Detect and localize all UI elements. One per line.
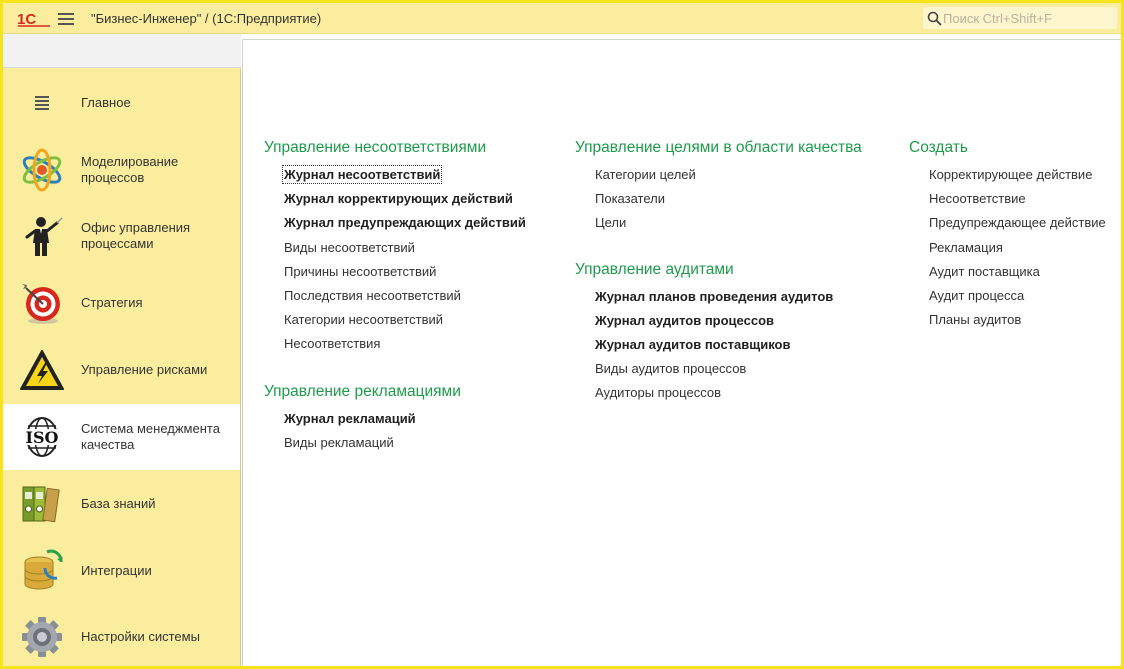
sections-panel: Главное Моделирование процессов Офис упр… (3, 68, 241, 666)
target-dart-icon (19, 280, 65, 326)
link-list: Журнал несоответствий Журнал корректирую… (281, 165, 564, 359)
link-corrective-actions-journal[interactable]: Журнал корректирующих действий (284, 189, 564, 213)
link-create-audit-plans[interactable]: Планы аудитов (929, 310, 1119, 334)
sidebar-item-process-office[interactable]: Офис управления процессами (3, 203, 240, 269)
link-list: Журнал рекламаций Виды рекламаций (284, 409, 564, 457)
svg-text:ISO: ISO (26, 428, 59, 447)
main-menu-icon[interactable] (57, 10, 75, 26)
link-claim-types[interactable]: Виды рекламаций (284, 433, 564, 457)
link-audit-plans-journal[interactable]: Журнал планов проведения аудитов (595, 287, 895, 311)
link-nonconformity-journal[interactable]: Журнал несоответствий (281, 165, 564, 189)
hamburger-list-icon (19, 80, 65, 126)
link-nonconformity-categories[interactable]: Категории несоответствий (284, 310, 564, 334)
app-window: 1С "Бизнес-Инженер" / (1С:Предприятие) П… (0, 0, 1124, 669)
iso-icon: ISO (19, 414, 65, 460)
link-list: Корректирующее действие Несоответствие П… (929, 165, 1119, 334)
sidebar-item-main[interactable]: Главное (3, 70, 240, 136)
sidebar-item-system-settings[interactable]: Настройки системы (3, 604, 240, 666)
link-goals[interactable]: Цели (595, 213, 895, 237)
group-title-create: Создать (909, 139, 968, 156)
sidebar-item-label: Интеграции (81, 563, 152, 578)
group-title-nonconformity-management: Управление несоответствиями (264, 139, 487, 156)
column-create: Создать Корректирующее действие Несоотве… (909, 137, 1119, 334)
global-search[interactable] (923, 7, 1117, 29)
sidebar-item-integrations[interactable]: Интеграции (3, 538, 240, 604)
group-title-claims-management: Управление рекламациями (264, 382, 461, 400)
group-title-audit-management: Управление аудитами (575, 260, 734, 278)
link-process-audits-journal[interactable]: Журнал аудитов процессов (595, 311, 895, 335)
sidebar-item-label: Управление рисками (81, 362, 208, 377)
sidebar-item-knowledge-base[interactable]: База знаний (3, 471, 240, 537)
link-process-audit-types[interactable]: Виды аудитов процессов (595, 359, 895, 383)
warning-high-voltage-icon (19, 347, 65, 393)
link-create-nonconformity[interactable]: Несоответствие (929, 189, 1119, 213)
sidebar-item-label: Система менеджмента качества (81, 421, 220, 452)
search-input[interactable] (943, 8, 1113, 28)
sidebar-item-strategy[interactable]: Стратегия (3, 270, 240, 336)
link-create-preventive-action[interactable]: Предупреждающее действие (929, 213, 1119, 237)
link-create-supplier-audit[interactable]: Аудит поставщика (929, 262, 1119, 286)
conductor-icon (19, 213, 65, 259)
svg-text:1С: 1С (17, 11, 36, 27)
gear-icon (19, 614, 65, 660)
link-list: Журнал планов проведения аудитов Журнал … (595, 287, 895, 408)
link-nonconformities[interactable]: Несоответствия (284, 334, 564, 358)
group-title-quality-goals-management: Управление целями в области качества (575, 139, 862, 156)
sidebar-header-strip (3, 34, 241, 68)
search-icon[interactable] (927, 11, 942, 26)
link-create-process-audit[interactable]: Аудит процесса (929, 286, 1119, 310)
link-preventive-actions-journal[interactable]: Журнал предупреждающих действий (284, 213, 564, 237)
sidebar-item-label: Главное (81, 95, 131, 110)
link-indicators[interactable]: Показатели (595, 189, 895, 213)
1c-logo: 1С (17, 11, 50, 27)
column-nonconformities: Управление несоответствиями Журнал несоо… (264, 137, 564, 457)
sidebar-item-label: Моделирование процессов (81, 154, 179, 185)
sidebar-item-label: Офис управления процессами (81, 220, 191, 251)
binders-icon (19, 481, 65, 527)
link-nonconformity-consequences[interactable]: Последствия несоответствий (284, 286, 564, 310)
link-process-auditors[interactable]: Аудиторы процессов (595, 383, 895, 407)
column-goals-audits: Управление целями в области качества Кат… (575, 137, 895, 408)
section-content: Управление несоответствиями Журнал несоо… (242, 39, 1121, 666)
link-supplier-audits-journal[interactable]: Журнал аудитов поставщиков (595, 335, 895, 359)
sidebar-item-risk-management[interactable]: Управление рисками (3, 337, 240, 403)
sidebar-item-process-modeling[interactable]: Моделирование процессов (3, 137, 240, 203)
sidebar-item-label: Стратегия (81, 295, 143, 310)
link-claims-journal[interactable]: Журнал рекламаций (284, 409, 564, 433)
link-list: Категории целей Показатели Цели (595, 165, 895, 238)
sidebar-item-quality-management[interactable]: ISO Система менеджмента качества (3, 404, 240, 470)
atom-icon (19, 147, 65, 193)
title-bar: 1С "Бизнес-Инженер" / (1С:Предприятие) (3, 3, 1121, 34)
link-create-claim[interactable]: Рекламация (929, 238, 1119, 262)
app-title: "Бизнес-Инженер" / (1С:Предприятие) (91, 11, 322, 26)
sidebar-item-label: База знаний (81, 496, 156, 511)
link-goal-categories[interactable]: Категории целей (595, 165, 895, 189)
database-sync-icon (19, 548, 65, 594)
link-nonconformity-types[interactable]: Виды несоответствий (284, 238, 564, 262)
sidebar-item-label: Настройки системы (81, 629, 200, 644)
link-create-corrective-action[interactable]: Корректирующее действие (929, 165, 1119, 189)
link-nonconformity-causes[interactable]: Причины несоответствий (284, 262, 564, 286)
